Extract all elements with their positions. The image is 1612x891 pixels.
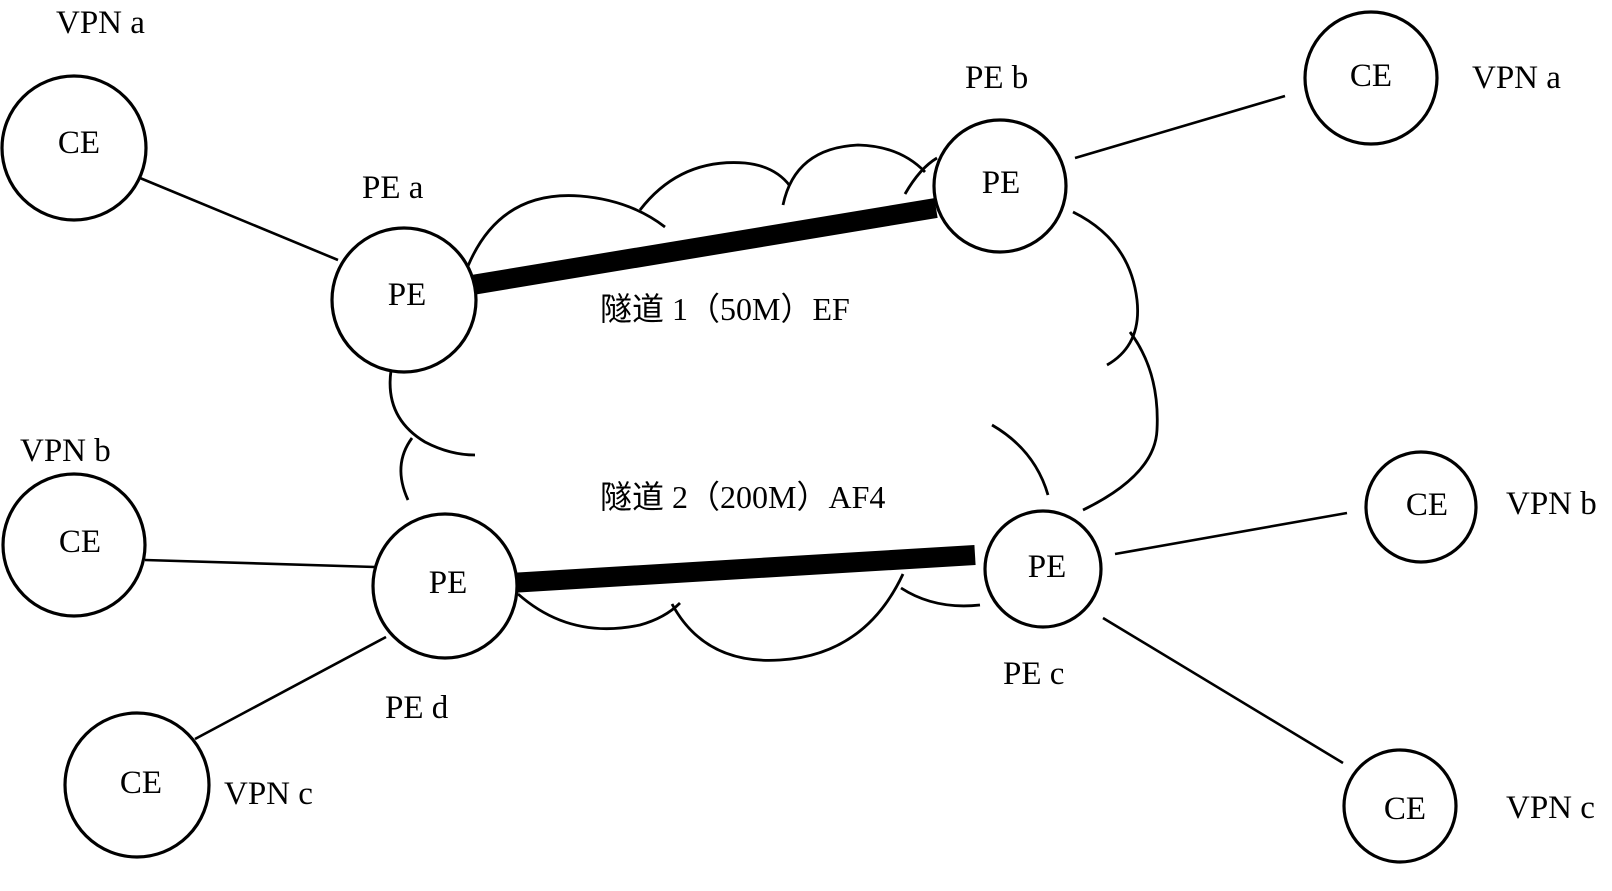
pe-b-label: PE xyxy=(982,165,1021,201)
link-ce-c-left-pe-d xyxy=(194,635,387,741)
pe-c-name-label: PE c xyxy=(1003,656,1064,692)
ce-node-vpn-b-right[interactable]: CE xyxy=(1364,450,1478,564)
ce-b-left-label: CE xyxy=(59,524,101,560)
vpn-c-left-label: VPN c xyxy=(224,776,313,812)
ce-node-vpn-a-right[interactable]: CE xyxy=(1303,10,1439,146)
ce-a-left-label: CE xyxy=(58,125,100,161)
pe-node-b[interactable]: PE xyxy=(932,118,1068,254)
cloud-arc-left-2 xyxy=(399,437,414,501)
cloud-arc-top-3 xyxy=(781,143,927,206)
pe-a-label: PE xyxy=(388,277,427,313)
pe-node-c[interactable]: PE xyxy=(983,509,1103,629)
tunnel-1-line xyxy=(470,198,938,295)
cloud-arc-right-1 xyxy=(1072,210,1140,367)
vpn-a-right-label: VPN a xyxy=(1472,60,1561,96)
cloud-arc-bottom-2 xyxy=(670,573,905,662)
cloud-arc-right-2 xyxy=(1082,331,1159,512)
pe-node-a[interactable]: PE xyxy=(330,226,478,374)
ce-node-vpn-c-left[interactable]: CE xyxy=(63,711,211,859)
vpn-topology-diagram: CE CE CE CE CE CE PE PE PE PE VPN a VPN … xyxy=(0,5,1597,864)
ce-node-vpn-c-right[interactable]: CE xyxy=(1342,748,1458,864)
tunnel-1-label: 隧道 1（50M）EF xyxy=(600,291,850,327)
pe-d-label: PE xyxy=(429,565,468,601)
pe-c-label: PE xyxy=(1028,549,1067,585)
link-pe-b-ce-a-right xyxy=(1074,94,1286,160)
cloud-arc-bottom-3 xyxy=(900,586,981,608)
vpn-a-left-label: VPN a xyxy=(56,5,145,41)
cloud-arc-bottom-1 xyxy=(517,592,681,631)
link-pe-c-ce-b-right xyxy=(1114,511,1348,556)
vpn-c-right-label: VPN c xyxy=(1506,790,1595,826)
ce-c-right-label: CE xyxy=(1384,791,1426,827)
cloud-arc-left-1 xyxy=(388,359,476,457)
cloud-arc-top-2 xyxy=(638,161,792,211)
pe-d-name-label: PE d xyxy=(385,690,449,726)
link-ce-a-left-pe-a xyxy=(139,176,339,262)
tunnel-2-line xyxy=(509,545,976,593)
ce-node-vpn-a-left[interactable]: CE xyxy=(0,74,148,222)
link-ce-b-left-pe-d xyxy=(144,558,376,569)
cloud-arc-top-4 xyxy=(903,156,938,195)
link-pe-c-ce-c-right xyxy=(1102,616,1344,765)
ce-b-right-label: CE xyxy=(1406,487,1448,523)
vpn-b-left-label: VPN b xyxy=(20,433,111,469)
pe-b-name-label: PE b xyxy=(965,60,1028,96)
pe-node-d[interactable]: PE xyxy=(371,512,519,660)
vpn-b-right-label: VPN b xyxy=(1506,486,1597,522)
pe-a-name-label: PE a xyxy=(362,170,424,206)
ce-c-left-label: CE xyxy=(120,765,162,801)
ce-a-right-label: CE xyxy=(1350,58,1392,94)
cloud-arc-inner-right xyxy=(991,423,1050,496)
ce-node-vpn-b-left[interactable]: CE xyxy=(1,472,147,618)
tunnel-2-label: 隧道 2（200M）AF4 xyxy=(600,479,885,515)
